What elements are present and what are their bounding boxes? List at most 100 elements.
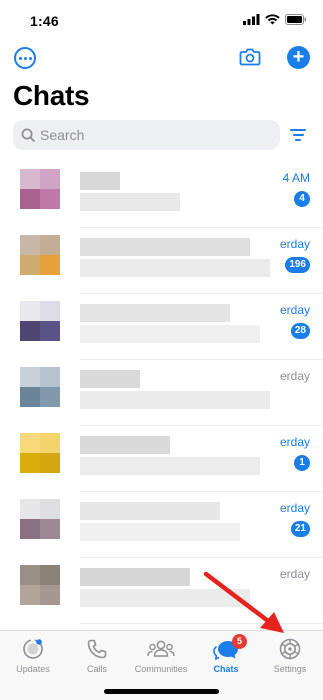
avatar-pixel <box>20 189 40 209</box>
blurred-text <box>80 325 260 343</box>
avatar-pixel <box>20 367 40 387</box>
blurred-text <box>80 457 260 475</box>
chat-time: erday <box>279 237 310 251</box>
blurred-preview <box>80 502 240 544</box>
avatar-pixel <box>20 169 40 189</box>
blurred-preview <box>80 172 180 214</box>
avatar-pixel <box>20 519 40 539</box>
tab-communities[interactable]: Communities <box>129 637 193 674</box>
search-icon <box>21 128 35 142</box>
avatar-pixel <box>40 585 60 605</box>
tab-settings[interactable]: Settings <box>258 637 322 674</box>
avatar-pixel <box>40 433 60 453</box>
tab-label: Settings <box>273 664 307 674</box>
blurred-text <box>80 304 230 322</box>
chat-time: erday <box>279 369 310 383</box>
avatar-pixel <box>20 499 40 519</box>
communities-icon <box>147 640 175 657</box>
avatar-pixel <box>40 367 60 387</box>
avatar <box>20 499 60 539</box>
chat-row[interactable]: erday 28 <box>0 294 323 360</box>
blurred-text <box>80 193 180 211</box>
unread-badge: 196 <box>285 257 310 273</box>
header-toolbar: + <box>0 44 323 74</box>
avatar-pixel <box>40 499 60 519</box>
blurred-text <box>80 436 170 454</box>
tab-calls[interactable]: Calls <box>65 637 129 674</box>
avatar-pixel <box>40 301 60 321</box>
battery-icon <box>285 14 306 25</box>
avatar-pixel <box>20 301 40 321</box>
blurred-text <box>80 568 190 586</box>
gear-icon <box>279 638 301 660</box>
chat-row[interactable]: erday 21 <box>0 492 323 558</box>
status-time: 1:46 <box>30 13 59 29</box>
avatar-pixel <box>40 189 60 209</box>
avatar-pixel <box>40 519 60 539</box>
unread-badge: 21 <box>290 521 310 537</box>
avatar-pixel <box>40 235 60 255</box>
tab-label: Calls <box>86 664 107 674</box>
chat-time: erday <box>279 435 310 449</box>
blurred-text <box>80 238 250 256</box>
avatar-pixel <box>20 321 40 341</box>
chat-time: 4 AM <box>282 171 310 185</box>
more-options-button[interactable] <box>14 47 36 69</box>
chat-row[interactable]: erday <box>0 360 323 426</box>
tab-label: Chats <box>213 664 239 674</box>
avatar-pixel <box>20 235 40 255</box>
tab-updates[interactable]: Updates <box>1 637 65 674</box>
avatar-pixel <box>20 565 40 585</box>
signal-icon <box>243 14 260 25</box>
unread-badge: 28 <box>290 323 310 339</box>
avatar-pixel <box>20 255 40 275</box>
blurred-text <box>80 370 140 388</box>
avatar-pixel <box>40 565 60 585</box>
unread-badge: 1 <box>294 455 310 471</box>
status-bar: 1:46 <box>0 0 323 44</box>
avatar-pixel <box>40 387 60 407</box>
updates-icon <box>23 639 43 659</box>
avatar <box>20 169 60 209</box>
avatar-pixel <box>40 321 60 341</box>
avatar-pixel <box>20 387 40 407</box>
annotation-arrow <box>203 571 284 633</box>
wifi-icon <box>265 14 280 25</box>
avatar-pixel <box>40 255 60 275</box>
chat-row[interactable]: erday 196 <box>0 228 323 294</box>
blurred-text <box>80 502 220 520</box>
tab-chats[interactable]: 5 Chats <box>194 634 258 674</box>
avatar-pixel <box>20 585 40 605</box>
blurred-preview <box>80 304 260 346</box>
avatar <box>20 235 60 275</box>
avatar-pixel <box>40 169 60 189</box>
page-title: Chats <box>13 80 90 111</box>
chat-row[interactable]: erday 1 <box>0 426 323 492</box>
blurred-text <box>80 259 270 277</box>
chat-time: erday <box>279 303 310 317</box>
avatar-pixel <box>40 453 60 473</box>
camera-button[interactable] <box>239 47 261 67</box>
phone-icon <box>87 639 107 659</box>
avatar <box>20 301 60 341</box>
blurred-preview <box>80 436 260 478</box>
tab-label: Communities <box>134 664 188 674</box>
chat-row[interactable]: 4 AM 4 <box>0 162 323 228</box>
more-dots-icon <box>18 56 22 60</box>
blurred-preview <box>80 238 270 280</box>
search-bar[interactable] <box>13 120 280 150</box>
tab-label: Updates <box>16 664 50 674</box>
avatar <box>20 565 60 605</box>
search-input[interactable] <box>40 127 260 143</box>
new-chat-button[interactable]: + <box>287 46 310 69</box>
blurred-text <box>80 172 120 190</box>
filter-button[interactable] <box>290 129 306 142</box>
status-icons <box>243 14 307 25</box>
blurred-text <box>80 391 270 409</box>
chat-list: 4 AM 4 erday 196 erday 28 erday erday 1 erday 21 er… <box>0 162 323 630</box>
chat-time: erday <box>279 501 310 515</box>
blurred-text <box>80 523 240 541</box>
avatar-pixel <box>20 433 40 453</box>
avatar <box>20 433 60 473</box>
avatar <box>20 367 60 407</box>
